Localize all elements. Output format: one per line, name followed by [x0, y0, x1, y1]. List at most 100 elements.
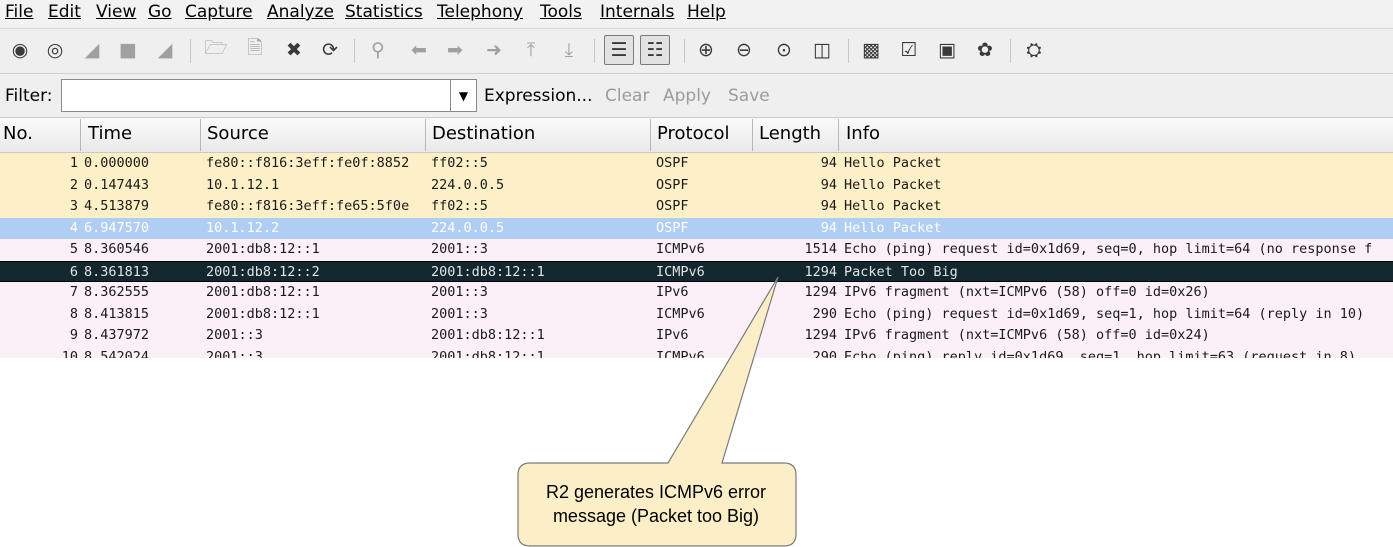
clear-button[interactable]: Clear — [605, 86, 649, 106]
menu-statistics[interactable]: Statistics — [345, 2, 423, 22]
packet-row[interactable]: 1 0.000000 fe80::f816:3eff:fe0f:8852 ff02::… — [0, 153, 1393, 175]
stop-capture-icon[interactable]: ■ — [114, 36, 142, 64]
packet-row[interactable]: 2 0.147443 10.1.12.1 224.0.0.5 OSPF 94 Hello P… — [0, 174, 1393, 196]
toolbar-separator — [594, 39, 595, 63]
column-divider[interactable] — [650, 119, 651, 151]
normal-size-icon[interactable]: ⊙ — [770, 36, 798, 64]
capture-filters-icon[interactable]: ▩ — [857, 36, 885, 64]
packet-protocol: IPv6 — [656, 327, 689, 343]
packet-row[interactable]: 4 6.947570 10.1.12.2 224.0.0.5 OSPF 94 Hello P… — [0, 217, 1393, 239]
packet-no: 9 — [69, 327, 78, 343]
help-icon[interactable]: ⛭ — [1020, 36, 1048, 64]
colorize-icon[interactable]: ☰ — [604, 35, 634, 65]
column-divider[interactable] — [80, 119, 81, 151]
last-packet-icon[interactable]: ⤓ — [555, 36, 583, 64]
menu-help[interactable]: Help — [687, 2, 726, 22]
menu-tools[interactable]: Tools — [540, 2, 582, 22]
packet-time: 4.513879 — [84, 198, 150, 214]
packet-protocol: OSPF — [656, 176, 689, 193]
autoscroll-icon[interactable]: ☷ — [640, 35, 670, 65]
column-header-protocol[interactable]: Protocol — [657, 123, 730, 144]
packet-time: 8.437972 — [84, 327, 150, 343]
packet-row[interactable]: 8 8.413815 2001:db8:12::1 2001::3 ICMPv6 290 E… — [0, 303, 1393, 325]
apply-button[interactable]: Apply — [663, 86, 711, 106]
packet-source: 2001::3 — [206, 348, 263, 359]
find-icon[interactable]: ⚲ — [364, 36, 392, 64]
preferences-icon[interactable]: ✿ — [971, 36, 999, 64]
packet-info: Echo (ping) reply id=0x1d69, seq=1, hop … — [844, 348, 1357, 359]
filter-toolbar: Filter: ▼ Expression... Clear Apply Save — [0, 76, 1393, 116]
column-header-length[interactable]: Length — [759, 123, 821, 144]
column-header-destination[interactable]: Destination — [432, 123, 535, 144]
save-file-icon[interactable]: 🗎 — [241, 36, 269, 64]
packet-row[interactable]: 5 8.360546 2001:db8:12::1 2001::3 ICMPv6 1514… — [0, 239, 1393, 261]
go-forward-icon[interactable]: ➡ — [441, 36, 469, 64]
column-header-no[interactable]: No. — [3, 123, 33, 144]
menu-go[interactable]: Go — [148, 2, 172, 22]
column-divider[interactable] — [838, 119, 839, 151]
packet-no: 4 — [69, 219, 78, 236]
packet-length: 1294 — [804, 284, 837, 300]
packet-info: Echo (ping) request id=0x1d69, seq=1, ho… — [844, 305, 1365, 322]
packet-source: fe80::f816:3eff:fe65:5f0e — [206, 198, 410, 214]
close-file-icon[interactable]: ✖ — [280, 36, 308, 64]
menu-analyze[interactable]: Analyze — [267, 2, 334, 22]
interfaces-icon[interactable]: ◉ — [6, 36, 34, 64]
packet-time: 6.947570 — [84, 219, 150, 236]
column-divider[interactable] — [425, 119, 426, 151]
packet-destination: ff02::5 — [431, 198, 488, 214]
reload-icon[interactable]: ⟳ — [316, 36, 344, 64]
menu-capture[interactable]: Capture — [185, 2, 253, 22]
resize-columns-icon[interactable]: ◫ — [808, 36, 836, 64]
go-to-packet-icon[interactable]: ➜ — [480, 36, 508, 64]
packet-source: 2001:db8:12::2 — [206, 263, 320, 280]
menu-edit[interactable]: Edit — [48, 2, 81, 22]
packet-row[interactable]: 7 8.362555 2001:db8:12::1 2001::3 IPv6 1294 IP… — [0, 282, 1393, 304]
callout-line-2: message (Packet too Big) — [552, 506, 760, 526]
column-divider[interactable] — [200, 119, 201, 151]
menu-file[interactable]: File — [5, 2, 33, 22]
packet-row[interactable]: 3 4.513879 fe80::f816:3eff:fe65:5f0e ff02::… — [0, 196, 1393, 218]
packet-destination: 2001::3 — [431, 241, 488, 257]
start-capture-icon[interactable]: ◢ — [78, 36, 106, 64]
packet-info: Hello Packet — [844, 176, 942, 193]
first-packet-icon[interactable]: ⤒ — [517, 36, 545, 64]
coloring-rules-icon[interactable]: ▣ — [933, 36, 961, 64]
expression-button[interactable]: Expression... — [484, 86, 593, 106]
column-header-time[interactable]: Time — [88, 123, 132, 144]
packet-time: 8.362555 — [84, 284, 150, 300]
packet-destination: 224.0.0.5 — [431, 219, 505, 236]
packet-row[interactable]: 10 8.542024 2001::3 2001:db8:12::1 ICMPv6 290… — [0, 346, 1393, 359]
packet-length: 94 — [820, 198, 837, 214]
column-divider[interactable] — [752, 119, 753, 151]
packet-protocol: ICMPv6 — [656, 305, 705, 322]
packet-row[interactable]: 6 8.361813 2001:db8:12::2 2001:db8:12::1 ICM… — [0, 260, 1393, 282]
filter-label: Filter: — [5, 86, 53, 106]
go-back-icon[interactable]: ⬅ — [405, 36, 433, 64]
packet-row[interactable]: 9 8.437972 2001::3 2001:db8:12::1 IPv6 1294 IP… — [0, 325, 1393, 347]
save-filter-button[interactable]: Save — [728, 86, 770, 106]
toolbar-separator — [684, 39, 685, 63]
packet-time: 8.413815 — [84, 305, 150, 322]
capture-options-icon[interactable]: ◎ — [41, 36, 69, 64]
packet-source: 2001:db8:12::1 — [206, 241, 320, 257]
toolbar-separator — [190, 39, 191, 63]
packet-no: 8 — [69, 305, 78, 322]
column-header-source[interactable]: Source — [207, 123, 269, 144]
restart-capture-icon[interactable]: ◢ — [151, 36, 179, 64]
display-filters-icon[interactable]: ☑ — [895, 36, 923, 64]
display-filter-input[interactable] — [61, 79, 451, 112]
zoom-out-icon[interactable]: ⊖ — [730, 36, 758, 64]
menu-view[interactable]: View — [96, 2, 136, 22]
zoom-in-icon[interactable]: ⊕ — [692, 36, 720, 64]
menu-telephony[interactable]: Telephony — [437, 2, 523, 22]
menu-internals[interactable]: Internals — [600, 2, 674, 22]
packet-protocol: OSPF — [656, 155, 689, 171]
column-header-info[interactable]: Info — [846, 123, 880, 144]
packet-source: 2001:db8:12::1 — [206, 284, 320, 300]
filter-dropdown-button[interactable]: ▼ — [451, 79, 477, 112]
packet-destination: 224.0.0.5 — [431, 176, 505, 193]
packet-info: IPv6 fragment (nxt=ICMPv6 (58) off=0 id=… — [844, 284, 1210, 300]
open-file-icon[interactable]: 🗁 — [202, 36, 230, 64]
packet-protocol: ICMPv6 — [656, 348, 705, 359]
